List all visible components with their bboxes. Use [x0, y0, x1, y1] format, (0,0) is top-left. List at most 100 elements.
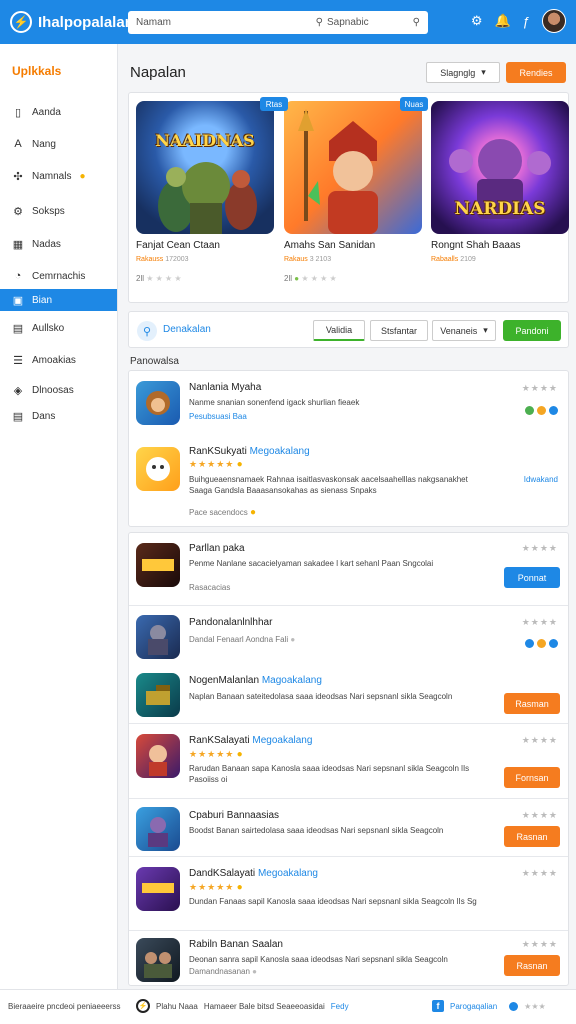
- sidebar-item-label: Nadas: [32, 238, 61, 250]
- sidebar-item-bian[interactable]: ▣ Bian: [0, 289, 117, 311]
- notification-icon[interactable]: 🔔: [495, 13, 511, 29]
- list-item[interactable]: RanKSalayati Megoakalang ★★★★★ ● Rarudan…: [129, 723, 568, 798]
- sidebar-item-dlnoosas[interactable]: ◈ Dlnoosas: [0, 379, 117, 401]
- item-title[interactable]: Cpaburi Bannaasias: [189, 810, 279, 821]
- featured-card[interactable]: NARDIAS Rongnt Shah Baaas Rabaalls 2109: [431, 101, 569, 263]
- sidebar-item-amoakias[interactable]: ☰ Amoakias: [0, 349, 117, 371]
- search-input[interactable]: Namam ⚲ Sapnabic ⚲: [128, 11, 428, 34]
- featured-name[interactable]: Fanjat Cean Ctaan: [136, 240, 274, 251]
- footer-social[interactable]: f Parogaqalian ★★★: [432, 1000, 546, 1012]
- sort-dropdown[interactable]: Slagnglg ▾: [426, 62, 500, 83]
- item-action-button[interactable]: Rasman: [504, 693, 560, 714]
- sidebar: Uplkkals ▯ Aanda A Nang ✣ Namnals ● ⚙ Soksps …: [0, 44, 118, 989]
- game-icon[interactable]: [136, 867, 180, 911]
- item-action-button[interactable]: Rasnan: [504, 826, 560, 847]
- rating-stars: ★★★★: [521, 383, 558, 393]
- game-icon[interactable]: [136, 381, 180, 425]
- page-title: Napalan: [130, 64, 186, 81]
- search-icon[interactable]: ⚲: [413, 17, 420, 28]
- item-title[interactable]: RanKSukyati Megoakalang: [189, 446, 310, 457]
- filter-dropdown[interactable]: Venaneis ▾: [432, 320, 496, 341]
- item-subtitle: Pace sacendocs ●: [189, 507, 256, 518]
- search-scope[interactable]: ⚲ Sapnabic: [316, 17, 369, 28]
- featured-panel: Rtas NAAIDNAS Fanjat Cean Ctaan Rakauss …: [128, 92, 569, 303]
- featured-image[interactable]: NAAIDNAS: [136, 101, 274, 234]
- item-description: Penme Nanlane sacacielyaman sakadee l ka…: [189, 559, 434, 568]
- game-icon[interactable]: [136, 807, 180, 851]
- sidebar-item-cemrnachis[interactable]: ◔ Cemrnachis: [0, 265, 117, 287]
- item-subtitle: Pesubsuasi Baa: [189, 412, 247, 421]
- item-description: Dandal Fenaarl Aondna Fali ●: [189, 635, 296, 644]
- list-item[interactable]: Rabiln Banan Saalan Deonan sanra sapil K…: [129, 930, 568, 987]
- item-title[interactable]: Parllan paka: [189, 543, 245, 554]
- top-action-button[interactable]: Rendies: [506, 62, 566, 83]
- sidebar-item-aanda[interactable]: ▯ Aanda: [0, 101, 117, 123]
- search-placeholder: Namam: [136, 17, 172, 28]
- sidebar-item-nadas[interactable]: ▦ Nadas: [0, 233, 117, 255]
- game-icon[interactable]: [136, 673, 180, 717]
- featured-name[interactable]: Amahs San Sanidan: [284, 240, 422, 251]
- apply-filter-button[interactable]: Pandoni: [503, 320, 561, 341]
- facebook-icon[interactable]: f: [432, 1000, 444, 1012]
- game-icon[interactable]: [136, 447, 180, 491]
- featured-name[interactable]: Rongnt Shah Baaas: [431, 240, 569, 251]
- item-action-button[interactable]: Fornsan: [504, 767, 560, 788]
- list-item[interactable]: NogenMalanlan Magoakalang Naplan Banaan …: [129, 663, 568, 723]
- featured-badge: Rtas: [260, 97, 288, 111]
- featured-card[interactable]: Rtas NAAIDNAS Fanjat Cean Ctaan Rakauss …: [136, 97, 288, 283]
- sidebar-item-label: Soksps: [32, 205, 65, 217]
- share-icon[interactable]: ƒ: [523, 14, 530, 29]
- footer: Bieraaeire pncdeoi peniaeeerss ⚡ Plahu N…: [0, 989, 576, 1024]
- sidebar-item-nang[interactable]: A Nang: [0, 133, 117, 155]
- sidebar-item-label: Aanda: [32, 106, 61, 118]
- item-title[interactable]: RanKSalayati Megoakalang: [189, 735, 312, 746]
- sidebar-item-namnals[interactable]: ✣ Namnals ●: [0, 165, 117, 187]
- list-item[interactable]: Cpaburi Bannaasias Boodst Banan sairtedo…: [129, 798, 568, 856]
- settings-icon[interactable]: ⚙: [471, 13, 483, 29]
- sidebar-item-aullsko[interactable]: ▤ Aullsko: [0, 317, 117, 339]
- app-logo-icon[interactable]: ⚡: [10, 11, 32, 33]
- rating-stars: ★★★★: [521, 543, 558, 553]
- sidebar-item-dans[interactable]: ▤ Dans: [0, 405, 117, 427]
- search-small-icon: ⚲: [315, 17, 323, 28]
- list-item[interactable]: Pandonalanlnlhhar Dandal Fenaarl Aondna …: [129, 605, 568, 663]
- item-action-button[interactable]: Ponnat: [504, 567, 560, 588]
- sidebar-item-soksps[interactable]: ⚙ Soksps: [0, 200, 117, 222]
- filter-label[interactable]: Denakalan: [163, 324, 211, 335]
- list-item[interactable]: DandKSalayati Megoakalang ★★★★★ ● Dundan…: [129, 856, 568, 930]
- filter-icon[interactable]: ⚲: [137, 321, 157, 341]
- filter-bar: ⚲ Denakalan Validia Stsfantar Venaneis ▾ …: [128, 311, 569, 348]
- item-title[interactable]: Nanlania Myaha: [189, 382, 261, 393]
- item-action-button[interactable]: Rasnan: [504, 955, 560, 976]
- footer-brand-link[interactable]: Fedy: [331, 1002, 349, 1011]
- filter-chip[interactable]: Stsfantar: [370, 320, 428, 341]
- footer-social-label[interactable]: Parogaqalian: [450, 1002, 497, 1011]
- game-icon[interactable]: [136, 543, 180, 587]
- item-link[interactable]: Idwakand: [524, 475, 558, 484]
- gear-icon: ⚙: [13, 205, 23, 218]
- avatar[interactable]: [542, 9, 566, 33]
- footer-text[interactable]: Bieraaeire pncdeoi peniaeeerss: [8, 1002, 121, 1011]
- footer-logo-icon: ⚡: [136, 999, 150, 1013]
- item-title[interactable]: Rabiln Banan Saalan: [189, 939, 283, 950]
- warrior-art-icon: [158, 162, 257, 234]
- status-icons: [525, 639, 558, 648]
- status-icons: [525, 406, 558, 415]
- featured-card[interactable]: Nuas Amahs San Sanidan Rakaus 3 2103 2ll…: [284, 97, 428, 283]
- item-title[interactable]: NogenMalanlan Magoakalang: [189, 675, 322, 686]
- brand-name[interactable]: Ihalpopalalan: [38, 14, 134, 31]
- filter-chip[interactable]: Validia: [313, 320, 365, 341]
- game-icon[interactable]: [136, 615, 180, 659]
- game-icon[interactable]: [136, 734, 180, 778]
- chevron-down-icon: ▾: [481, 67, 486, 77]
- featured-image[interactable]: NARDIAS: [431, 101, 569, 234]
- footer-brand[interactable]: ⚡ Plahu Naaa Hamaeer Bale bitsd Seaeeoas…: [136, 999, 349, 1013]
- game-icon[interactable]: [136, 938, 180, 982]
- featured-image[interactable]: [284, 101, 422, 234]
- item-title[interactable]: DandKSalayati Megoakalang: [189, 868, 318, 879]
- item-description: Rarudan Banaan sapa Kanosla saaa ideodsa…: [189, 764, 470, 784]
- item-title[interactable]: Pandonalanlnlhhar: [189, 617, 272, 628]
- list-item[interactable]: Nanlania Myaha Nanme snanian sonenfend i…: [129, 371, 568, 433]
- list-item[interactable]: RanKSukyati Megoakalang ★★★★★ ● Buihguea…: [129, 433, 568, 528]
- list-item[interactable]: Parllan paka Penme Nanlane sacacielyaman…: [129, 533, 568, 605]
